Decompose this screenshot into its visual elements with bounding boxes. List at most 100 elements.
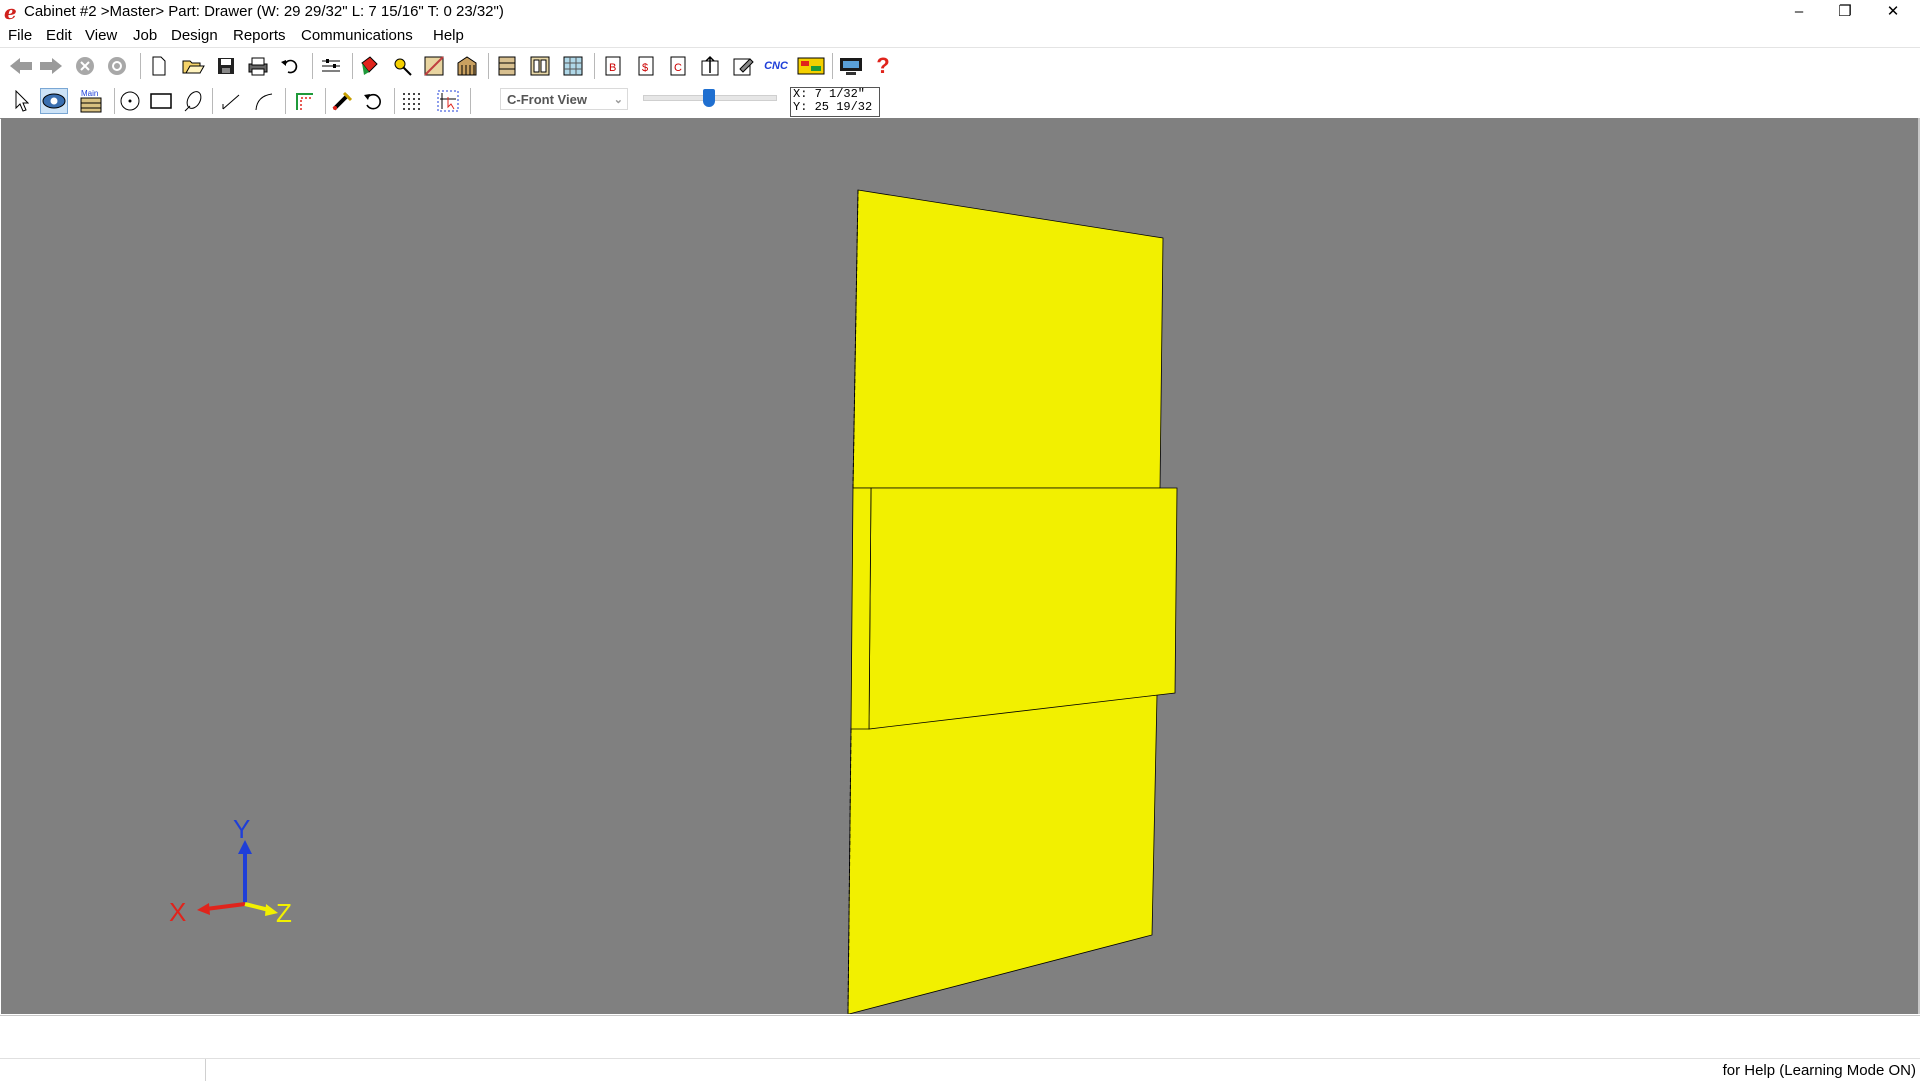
menu-job[interactable]: Job	[133, 27, 157, 45]
scene: Y X Z	[169, 189, 1178, 1014]
menu-bar: File Edit View Job Design Reports Commun…	[0, 25, 1920, 48]
rectangle-tool-button[interactable]	[148, 89, 174, 113]
window-title: Cabinet #2 >Master> Part: Drawer (W: 29 …	[24, 3, 504, 20]
measure-tool-button[interactable]	[329, 89, 355, 113]
menu-communications[interactable]: Communications	[301, 27, 413, 45]
paint-button[interactable]	[356, 54, 382, 78]
eye-view-icon	[42, 93, 66, 109]
labels-button[interactable]	[730, 54, 756, 78]
drawer-panel-bottom[interactable]	[847, 694, 1158, 1014]
x-axis-label: X	[169, 897, 186, 927]
toolbar-separator	[470, 88, 471, 114]
3d-viewport[interactable]: Y X Z	[1, 118, 1920, 1014]
gradient-button[interactable]	[421, 54, 447, 78]
forward-arrow-icon	[40, 58, 62, 74]
labels-icon	[733, 58, 754, 76]
cabinet-button[interactable]	[454, 54, 480, 78]
undo-button[interactable]	[278, 54, 304, 78]
monitor-icon	[840, 58, 862, 75]
optimizer-icon	[701, 55, 719, 76]
restore-button[interactable]: ❐	[1822, 0, 1868, 24]
menu-view[interactable]: View	[85, 27, 117, 45]
drawer-panel-top[interactable]	[852, 189, 1164, 489]
curve-tool-button[interactable]	[251, 89, 277, 113]
layout-icon	[530, 56, 550, 76]
properties-button[interactable]	[318, 54, 344, 78]
cabinet-icon	[457, 56, 477, 76]
view-select[interactable]: C-Front View ⌄	[500, 88, 628, 110]
stop-button[interactable]	[72, 54, 98, 78]
main-toolbar: B $ C CNC ?	[0, 49, 1920, 83]
toolbar-separator	[594, 53, 595, 79]
cost-chart-button[interactable]	[796, 54, 826, 78]
menu-reports[interactable]: Reports	[233, 27, 286, 45]
optimizer-button[interactable]	[698, 54, 724, 78]
cost-button[interactable]: $	[633, 54, 659, 78]
main-parts-button[interactable]: Main	[78, 89, 104, 113]
bid-button[interactable]: B	[600, 54, 626, 78]
refresh-icon	[108, 57, 126, 75]
corner-tool-button[interactable]	[291, 89, 317, 113]
back-button[interactable]	[8, 54, 34, 78]
toolbar-separator	[325, 88, 326, 114]
circle-icon	[120, 91, 140, 111]
menu-help[interactable]: Help	[433, 27, 464, 45]
layout-button[interactable]	[527, 54, 553, 78]
refresh-button[interactable]	[104, 54, 130, 78]
circle-tool-button[interactable]	[117, 89, 143, 113]
open-button[interactable]	[180, 54, 206, 78]
status-bar: for Help (Learning Mode ON)	[0, 1015, 1920, 1081]
view-select-value: C-Front View	[507, 92, 587, 107]
y-axis-label: Y	[233, 814, 250, 844]
menu-design[interactable]: Design	[171, 27, 218, 45]
cnc-button[interactable]: CNC	[762, 54, 790, 78]
help-button[interactable]: ?	[870, 54, 896, 78]
toolbar-separator	[488, 53, 489, 79]
arc-tool-button[interactable]	[180, 89, 206, 113]
select-tool-button[interactable]	[8, 89, 34, 113]
view-tool-button[interactable]	[40, 88, 68, 114]
cutlist-button[interactable]: C	[665, 54, 691, 78]
monitor-button[interactable]	[838, 54, 864, 78]
rotate-icon	[364, 93, 381, 110]
paint-bucket-icon	[361, 56, 378, 75]
drawer-front-panel[interactable]	[868, 487, 1178, 730]
undo-icon	[281, 59, 298, 74]
library-button[interactable]	[494, 54, 520, 78]
status-text: for Help (Learning Mode ON)	[1722, 1062, 1916, 1079]
zoom-slider-thumb[interactable]	[703, 89, 715, 107]
light-button[interactable]	[389, 54, 415, 78]
app-logo-icon: e	[4, 0, 17, 24]
toolbar-separator	[140, 53, 141, 79]
rectangle-icon	[150, 93, 172, 109]
save-icon	[218, 58, 234, 74]
gradient-icon	[424, 56, 444, 76]
select-arrow-icon	[15, 90, 29, 112]
menu-file[interactable]: File	[8, 27, 32, 45]
line-tool-button[interactable]	[218, 89, 244, 113]
rotate-tool-button[interactable]	[360, 89, 386, 113]
grid-tool-button[interactable]	[398, 89, 424, 113]
cutlist-icon: C	[670, 56, 686, 76]
svg-text:$: $	[642, 62, 648, 74]
stop-icon	[76, 57, 94, 75]
library-icon	[498, 56, 516, 76]
coord-y: Y: 25 19/32	[793, 100, 873, 114]
forward-button[interactable]	[38, 54, 64, 78]
minimize-button[interactable]: –	[1776, 0, 1822, 24]
axis-indicator: Y X Z	[169, 814, 292, 928]
title-bar: e Cabinet #2 >Master> Part: Drawer (W: 2…	[0, 0, 1920, 24]
save-button[interactable]	[213, 54, 239, 78]
measure-icon	[332, 91, 353, 111]
light-icon	[394, 58, 412, 76]
drawer-front-edge[interactable]	[850, 487, 872, 730]
close-button[interactable]: ✕	[1870, 0, 1916, 24]
snap-tool-button[interactable]	[435, 89, 461, 113]
print-button[interactable]	[245, 54, 271, 78]
print-icon	[248, 57, 268, 76]
menu-edit[interactable]: Edit	[46, 27, 72, 45]
new-button[interactable]	[146, 54, 172, 78]
report-button[interactable]	[560, 54, 586, 78]
svg-text:B: B	[609, 62, 616, 74]
toolbar-separator	[285, 88, 286, 114]
